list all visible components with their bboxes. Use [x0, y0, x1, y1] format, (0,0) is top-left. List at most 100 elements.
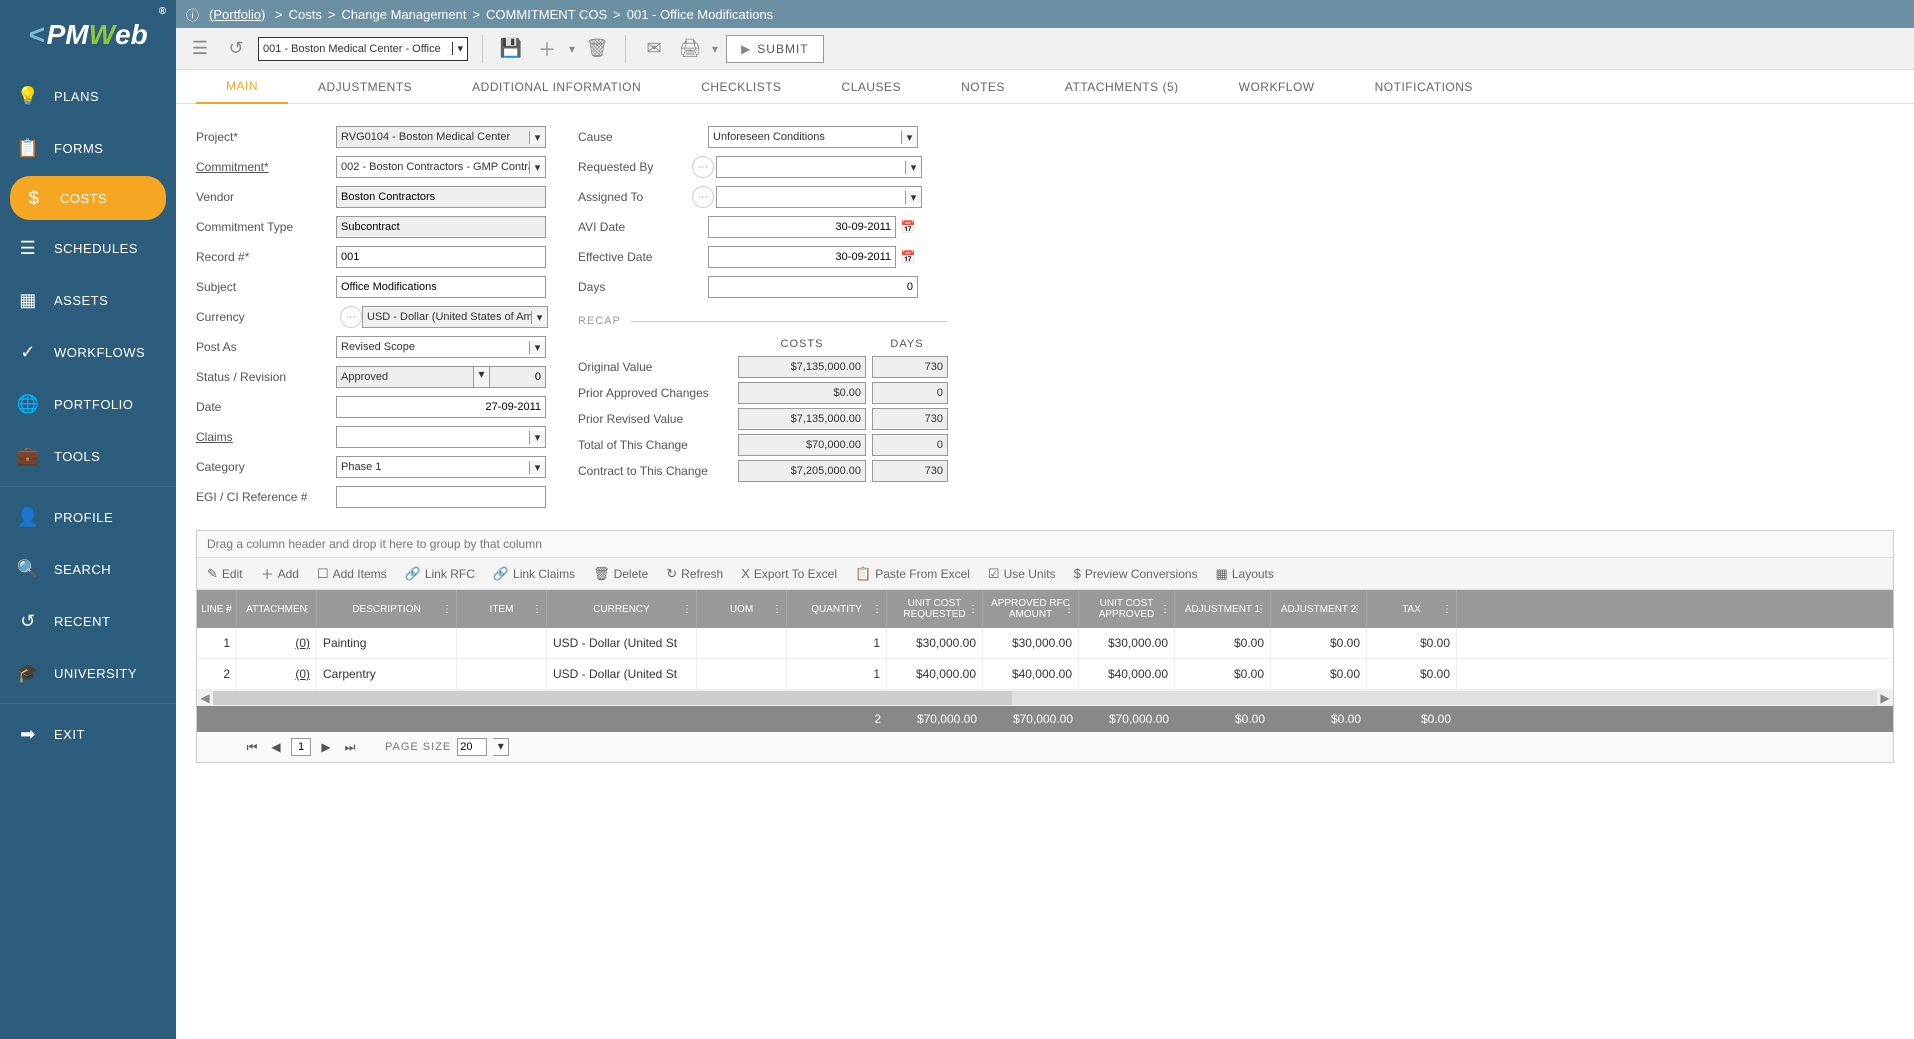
cell-attachments[interactable]: (0)	[237, 628, 317, 658]
sidebar-item-portfolio[interactable]: 🌐PORTFOLIO	[0, 378, 176, 430]
grid-header-cell[interactable]: DESCRIPTION⋮	[317, 590, 457, 628]
grid-tb-edit[interactable]: ✎Edit	[207, 566, 243, 582]
grid-tb-export-to-excel[interactable]: XExport To Excel	[741, 566, 837, 581]
print-icon[interactable]: 🖨	[676, 35, 704, 63]
column-menu-icon[interactable]: ⋮	[302, 604, 312, 615]
status-select[interactable]: Approved▾	[336, 366, 490, 388]
pager-size-dd-icon[interactable]: ▾	[493, 738, 509, 756]
column-menu-icon[interactable]: ⋮	[1160, 604, 1170, 615]
label-claims[interactable]: Claims	[196, 430, 336, 444]
grid-tb-delete[interactable]: 🗑Delete	[593, 566, 648, 582]
grid-hscroll[interactable]: ◀ ▶	[197, 690, 1893, 706]
assigned-select[interactable]: ▾	[716, 186, 922, 208]
tab-clauses[interactable]: CLAUSES	[812, 70, 932, 104]
breadcrumb-root[interactable]: (Portfolio)	[209, 7, 265, 22]
days-input[interactable]	[708, 276, 918, 298]
grid-header-cell[interactable]: ADJUSTMENT 2⋮	[1271, 590, 1367, 628]
tab-main[interactable]: MAIN	[196, 70, 288, 104]
tab-adjustments[interactable]: ADJUSTMENTS	[288, 70, 442, 104]
delete-icon[interactable]: 🗑	[583, 35, 611, 63]
column-menu-icon[interactable]: ⋮	[1442, 604, 1452, 615]
claims-select[interactable]: ▾	[336, 426, 546, 448]
currency-more-icon[interactable]: ⋯	[340, 306, 362, 328]
currency-select[interactable]: USD - Dollar (United States of America)▾	[362, 306, 548, 328]
pager-page-input[interactable]	[291, 738, 311, 756]
vendor-input[interactable]	[336, 186, 546, 208]
grid-tb-layouts[interactable]: ▦Layouts	[1216, 566, 1274, 582]
column-menu-icon[interactable]: ⋮	[1064, 604, 1074, 615]
grid-header-cell[interactable]: LINE #⋮	[197, 590, 237, 628]
pager-prev-icon[interactable]: ◀	[267, 738, 285, 756]
table-row[interactable]: 1(0)PaintingUSD - Dollar (United St1$30,…	[197, 628, 1893, 659]
add-icon[interactable]: ＋	[533, 35, 561, 63]
sidebar-item-recent[interactable]: ↺RECENT	[0, 595, 176, 647]
sidebar-item-profile[interactable]: 👤PROFILE	[0, 491, 176, 543]
print-dd-icon[interactable]: ▾	[712, 42, 718, 56]
grid-group-hint[interactable]: Drag a column header and drop it here to…	[197, 531, 1893, 558]
tab-workflow[interactable]: WORKFLOW	[1209, 70, 1345, 104]
egi-input[interactable]	[336, 486, 546, 508]
record-selector[interactable]: 001 - Boston Medical Center - Office▾	[258, 37, 468, 61]
column-menu-icon[interactable]: ⋮	[968, 604, 978, 615]
column-menu-icon[interactable]: ⋮	[772, 604, 782, 615]
column-menu-icon[interactable]: ⋮	[1256, 604, 1266, 615]
label-commitment[interactable]: Commitment*	[196, 160, 336, 174]
eff-input[interactable]	[708, 246, 896, 268]
grid-tb-refresh[interactable]: ↻Refresh	[666, 566, 723, 582]
scroll-right-icon[interactable]: ▶	[1877, 691, 1893, 705]
subject-input[interactable]	[336, 276, 546, 298]
mail-icon[interactable]: ✉	[640, 35, 668, 63]
column-menu-icon[interactable]: ⋮	[682, 604, 692, 615]
project-select[interactable]: RVG0104 - Boston Medical Center▾	[336, 126, 546, 148]
sidebar-item-assets[interactable]: ▦ASSETS	[0, 274, 176, 326]
grid-header-cell[interactable]: ATTACHMEN⋮	[237, 590, 317, 628]
postas-select[interactable]: Revised Scope▾	[336, 336, 546, 358]
tab-notes[interactable]: NOTES	[931, 70, 1035, 104]
avi-input[interactable]	[708, 216, 896, 238]
save-icon[interactable]: 💾	[497, 35, 525, 63]
grid-tb-use-units[interactable]: ☑Use Units	[988, 566, 1056, 582]
sidebar-item-workflows[interactable]: ✓WORKFLOWS	[0, 326, 176, 378]
grid-tb-preview-conversions[interactable]: $Preview Conversions	[1074, 566, 1198, 581]
tab-additional-information[interactable]: ADDITIONAL INFORMATION	[442, 70, 671, 104]
grid-header-cell[interactable]: ITEM⋮	[457, 590, 547, 628]
tab-attachments-[interactable]: ATTACHMENTS (5)	[1035, 70, 1209, 104]
grid-header-cell[interactable]: TAX⋮	[1367, 590, 1457, 628]
cause-select[interactable]: Unforeseen Conditions▾	[708, 126, 918, 148]
table-row[interactable]: 2(0)CarpentryUSD - Dollar (United St1$40…	[197, 659, 1893, 690]
history-icon[interactable]: ↺	[222, 35, 250, 63]
column-menu-icon[interactable]: ⋮	[872, 604, 882, 615]
grid-header-cell[interactable]: UOM⋮	[697, 590, 787, 628]
record-input[interactable]	[336, 246, 546, 268]
grid-header-cell[interactable]: QUANTITY⋮	[787, 590, 887, 628]
commitment-select[interactable]: 002 - Boston Contractors - GMP Contra▾	[336, 156, 546, 178]
assigned-more-icon[interactable]: ⋯	[692, 186, 714, 208]
sidebar-item-forms[interactable]: 📋FORMS	[0, 122, 176, 174]
revision-input[interactable]	[490, 366, 546, 388]
column-menu-icon[interactable]: ⋮	[222, 604, 232, 615]
grid-header-cell[interactable]: ADJUSTMENT 1⋮	[1175, 590, 1271, 628]
pager-size-input[interactable]	[457, 738, 487, 756]
cell-attachments[interactable]: (0)	[237, 659, 317, 689]
submit-button[interactable]: ▶SUBMIT	[726, 35, 824, 63]
grid-tb-link-claims[interactable]: 🔗Link Claims	[493, 566, 575, 582]
tab-checklists[interactable]: CHECKLISTS	[671, 70, 811, 104]
sidebar-item-university[interactable]: 🎓UNIVERSITY	[0, 647, 176, 699]
add-dd-icon[interactable]: ▾	[569, 42, 575, 56]
info-icon[interactable]: ⓘ	[186, 5, 199, 24]
calendar-icon[interactable]: 📅	[898, 246, 918, 268]
tab-notifications[interactable]: NOTIFICATIONS	[1345, 70, 1503, 104]
sidebar-item-schedules[interactable]: ☰SCHEDULES	[0, 222, 176, 274]
sidebar-item-exit[interactable]: ➡EXIT	[0, 708, 176, 760]
calendar-icon[interactable]: 📅	[898, 216, 918, 238]
grid-header-cell[interactable]: UNIT COST APPROVED⋮	[1079, 590, 1175, 628]
grid-tb-add[interactable]: ＋Add	[261, 564, 299, 583]
column-menu-icon[interactable]: ⋮	[1352, 604, 1362, 615]
pager-last-icon[interactable]: ⏭	[341, 738, 359, 756]
column-menu-icon[interactable]: ⋮	[442, 604, 452, 615]
grid-header-cell[interactable]: UNIT COST REQUESTED⋮	[887, 590, 983, 628]
scroll-left-icon[interactable]: ◀	[197, 691, 213, 705]
grid-tb-paste-from-excel[interactable]: 📋Paste From Excel	[855, 566, 970, 582]
list-icon[interactable]: ☰	[186, 35, 214, 63]
category-select[interactable]: Phase 1▾	[336, 456, 546, 478]
